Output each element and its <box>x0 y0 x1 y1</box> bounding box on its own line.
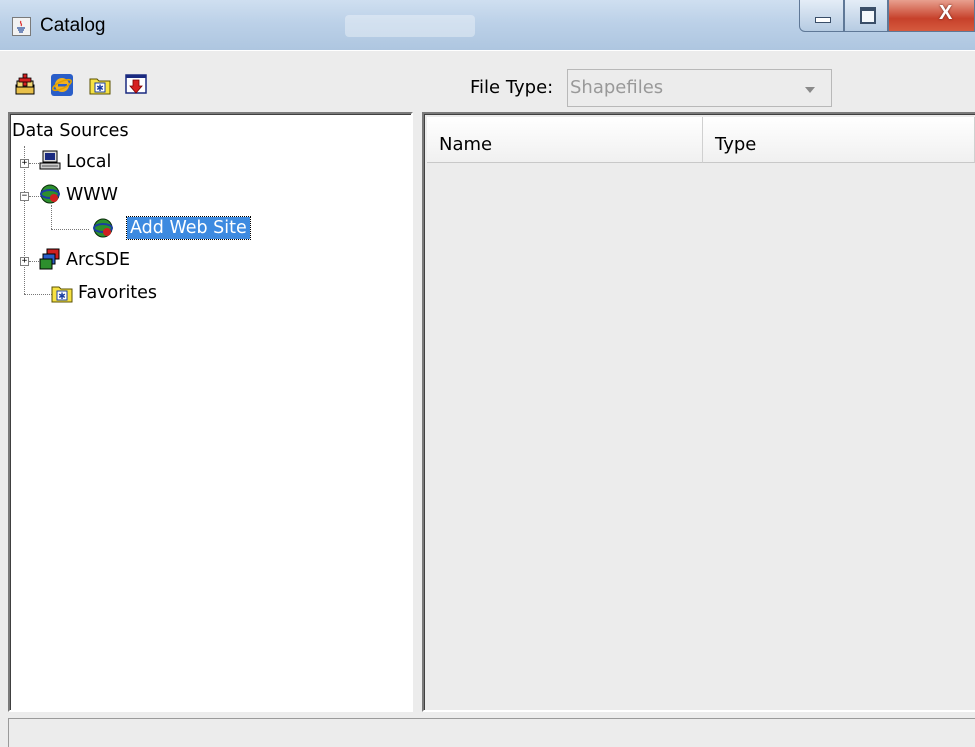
download-button[interactable] <box>124 73 148 97</box>
globe-icon <box>93 218 113 238</box>
tree-node-label: Favorites <box>78 283 158 303</box>
file-type-label: File Type: <box>470 77 554 98</box>
tree-expander-www[interactable]: − <box>20 192 29 201</box>
tree-connector <box>24 294 52 295</box>
tree-connector <box>51 205 52 229</box>
favorites-folder-icon: ✱ <box>51 286 73 303</box>
file-type-dropdown[interactable]: Shapefiles <box>567 69 832 107</box>
title-bar[interactable]: Catalog X <box>0 0 975 51</box>
maximize-icon <box>860 7 876 24</box>
window-title: Catalog <box>40 15 106 36</box>
favorites-button[interactable]: ✱ <box>88 73 112 97</box>
download-icon <box>125 74 147 94</box>
tree-root-label: Data Sources <box>12 121 129 141</box>
status-bar <box>8 718 975 747</box>
favorites-folder-icon: ✱ <box>89 78 111 95</box>
database-server-icon <box>39 248 60 270</box>
close-icon: X <box>939 2 953 24</box>
add-data-icon <box>15 73 35 95</box>
column-header-name[interactable]: Name <box>427 117 703 163</box>
tree-connector <box>51 229 89 230</box>
globe-icon <box>40 184 60 204</box>
tree-connector <box>24 146 25 294</box>
tree-node-label: Add Web Site <box>126 216 251 240</box>
tree-expander-local[interactable]: + <box>20 159 29 168</box>
minimize-icon <box>815 17 831 23</box>
internet-explorer-icon <box>51 74 73 96</box>
computer-icon <box>39 150 61 170</box>
chevron-down-icon[interactable] <box>805 87 815 93</box>
tree-node-label: ArcSDE <box>66 250 131 270</box>
svg-text:✱: ✱ <box>58 292 66 302</box>
java-app-icon[interactable] <box>12 17 31 36</box>
add-data-button[interactable] <box>14 73 38 97</box>
toolbar: ✱ File Type: Shapefiles <box>0 50 975 113</box>
tree-node-label: Local <box>66 152 112 172</box>
maximize-button[interactable] <box>844 0 888 32</box>
data-sources-tree[interactable]: Data Sources + Local − WWW Add Web Site … <box>8 112 413 712</box>
file-list[interactable]: Name Type <box>422 112 975 712</box>
internet-explorer-button[interactable] <box>50 73 74 97</box>
column-header-type[interactable]: Type <box>703 117 975 163</box>
tree-node-label: WWW <box>66 185 118 205</box>
tree-expander-arcsde[interactable]: + <box>20 257 29 266</box>
close-button[interactable]: X <box>888 0 975 32</box>
file-type-value: Shapefiles <box>570 77 664 98</box>
title-glare <box>345 15 475 37</box>
svg-text:✱: ✱ <box>96 84 104 94</box>
minimize-button[interactable] <box>799 0 844 32</box>
